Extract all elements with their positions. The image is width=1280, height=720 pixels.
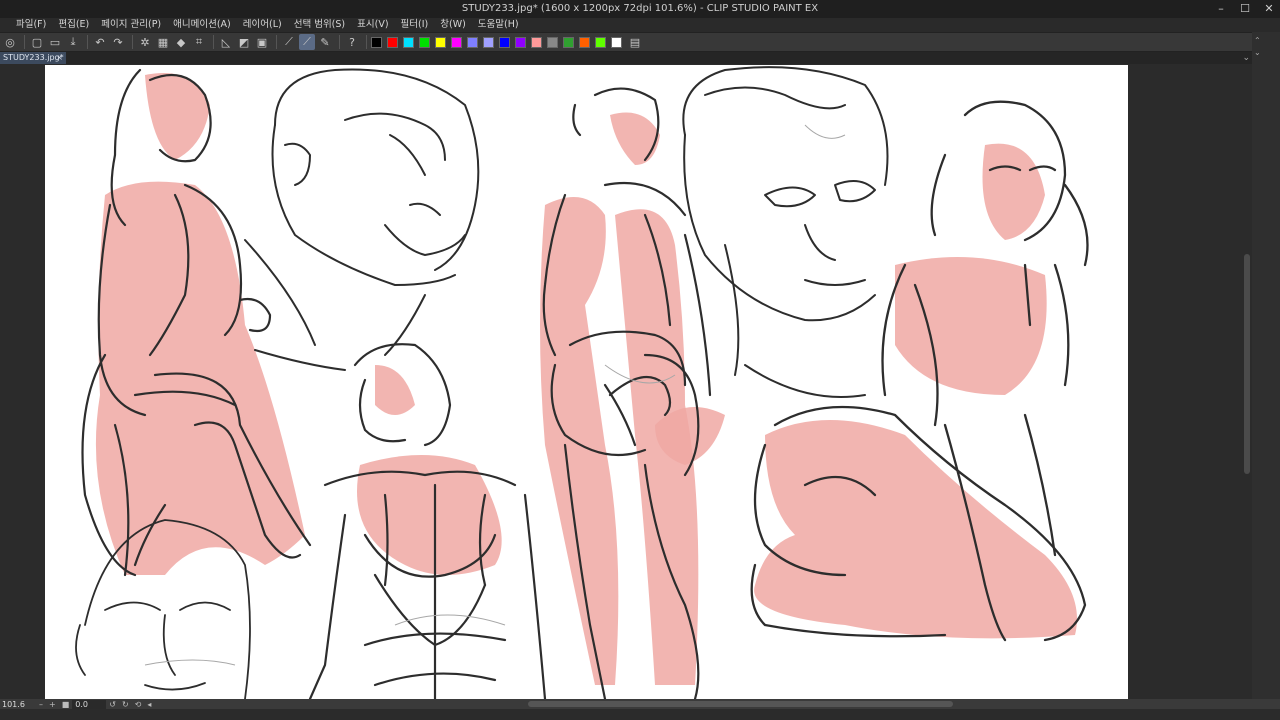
status-bar: 101.6 – + ■ 0.0 ↺ ↻ ⟲ ◂ — [0, 699, 1280, 709]
color-swatch[interactable] — [579, 36, 590, 48]
workspace — [0, 64, 1242, 699]
document-tab-bar: STUDY233.jpg* × ⌄ — [0, 52, 1280, 64]
right-panel-strip: ⌃ ⌄ — [1252, 32, 1280, 700]
collapse-up-icon[interactable]: ⌃ — [1254, 36, 1264, 46]
tab-document[interactable]: STUDY233.jpg* × — [0, 52, 66, 64]
menu-view[interactable]: 표시(V) — [351, 18, 394, 32]
title-bar: STUDY233.jpg* (1600 x 1200px 72dpi 101.6… — [0, 0, 1280, 18]
zoom-value[interactable]: 101.6 — [0, 700, 36, 709]
open-file-icon[interactable]: ▭ — [47, 34, 63, 50]
snap-icon[interactable]: ◩ — [236, 34, 252, 50]
rotation-value[interactable]: 0.0 — [72, 699, 107, 709]
color-swatch[interactable] — [547, 36, 558, 48]
separator — [276, 35, 277, 49]
color-swatch-bar — [371, 36, 627, 48]
menu-page[interactable]: 페이지 관리(P) — [95, 18, 167, 32]
separator — [366, 35, 367, 49]
drawing-canvas[interactable] — [45, 65, 1128, 699]
color-swatch[interactable] — [499, 36, 510, 48]
fill-icon[interactable]: ◆ — [173, 34, 189, 50]
bottom-strip — [0, 709, 1280, 720]
vertical-scroll-thumb[interactable] — [1244, 254, 1250, 474]
separator — [24, 35, 25, 49]
zoom-in-button[interactable]: + — [46, 700, 59, 709]
new-file-icon[interactable]: ▢ — [29, 34, 45, 50]
color-swatch[interactable] — [371, 36, 382, 48]
transform-icon[interactable]: ✲ — [137, 34, 153, 50]
clip-studio-icon[interactable]: ◎ — [2, 34, 18, 50]
scroll-left-icon[interactable]: ◂ — [144, 700, 154, 709]
menu-animation[interactable]: 애니메이션(A) — [167, 18, 237, 32]
maximize-button[interactable]: ☐ — [1240, 0, 1250, 18]
separator — [132, 35, 133, 49]
menu-window[interactable]: 창(W) — [434, 18, 472, 32]
tab-label: STUDY233.jpg* — [3, 53, 64, 62]
rotate-right-icon[interactable]: ↻ — [119, 700, 132, 709]
close-button[interactable]: ✕ — [1264, 0, 1274, 18]
color-swatch[interactable] — [467, 36, 478, 48]
minimize-button[interactable]: – — [1216, 0, 1226, 18]
pen-icon[interactable]: ⟋ — [281, 34, 297, 50]
fit-icon[interactable]: ■ — [59, 700, 73, 709]
rotate-left-icon[interactable]: ↺ — [106, 700, 119, 709]
clear-icon[interactable]: ▦ — [155, 34, 171, 50]
color-swatch[interactable] — [611, 36, 622, 48]
menu-edit[interactable]: 편집(E) — [52, 18, 95, 32]
collapse-down-icon[interactable]: ⌄ — [1254, 48, 1264, 58]
pencil-icon[interactable]: ✎ — [317, 34, 333, 50]
menu-filter[interactable]: 필터(I) — [395, 18, 435, 32]
grid-icon[interactable]: ▣ — [254, 34, 270, 50]
settings-icon[interactable]: ▤ — [627, 34, 643, 50]
color-swatch[interactable] — [419, 36, 430, 48]
color-swatch[interactable] — [531, 36, 542, 48]
separator — [213, 35, 214, 49]
menu-help[interactable]: 도움말(H) — [472, 18, 525, 32]
color-swatch[interactable] — [563, 36, 574, 48]
menu-layer[interactable]: 레이어(L) — [237, 18, 288, 32]
reset-rotation-icon[interactable]: ⟲ — [132, 700, 145, 709]
zoom-out-button[interactable]: – — [36, 700, 46, 709]
vertical-scrollbar[interactable] — [1242, 64, 1252, 699]
window-title: STUDY233.jpg* (1600 x 1200px 72dpi 101.6… — [461, 3, 819, 14]
color-swatch[interactable] — [403, 36, 414, 48]
sketch-artwork — [75, 66, 1089, 699]
color-swatch[interactable] — [435, 36, 446, 48]
tab-close-icon[interactable]: × — [56, 52, 63, 64]
command-bar: ◎ ▢ ▭ ⤓ ↶ ↷ ✲ ▦ ◆ ⌗ ◺ ◩ ▣ ⟋ ⟋ ✎ ? ▤ — [0, 32, 1280, 52]
color-swatch[interactable] — [515, 36, 526, 48]
crop-icon[interactable]: ⌗ — [191, 34, 207, 50]
redo-icon[interactable]: ↷ — [110, 34, 126, 50]
color-swatch[interactable] — [451, 36, 462, 48]
brush-icon[interactable]: ⟋ — [299, 34, 315, 50]
color-swatch[interactable] — [595, 36, 606, 48]
color-swatch[interactable] — [483, 36, 494, 48]
separator — [339, 35, 340, 49]
chevron-down-icon[interactable]: ⌄ — [1242, 52, 1250, 64]
help-icon[interactable]: ? — [344, 34, 360, 50]
menu-file[interactable]: 파일(F) — [10, 18, 52, 32]
color-swatch[interactable] — [387, 36, 398, 48]
menu-selection[interactable]: 선택 범위(S) — [288, 18, 351, 32]
undo-icon[interactable]: ↶ — [92, 34, 108, 50]
menu-bar: 파일(F) 편집(E) 페이지 관리(P) 애니메이션(A) 레이어(L) 선택… — [0, 18, 1280, 32]
horizontal-scroll-thumb[interactable] — [528, 701, 953, 707]
separator — [87, 35, 88, 49]
ruler-icon[interactable]: ◺ — [218, 34, 234, 50]
save-icon[interactable]: ⤓ — [65, 34, 81, 50]
